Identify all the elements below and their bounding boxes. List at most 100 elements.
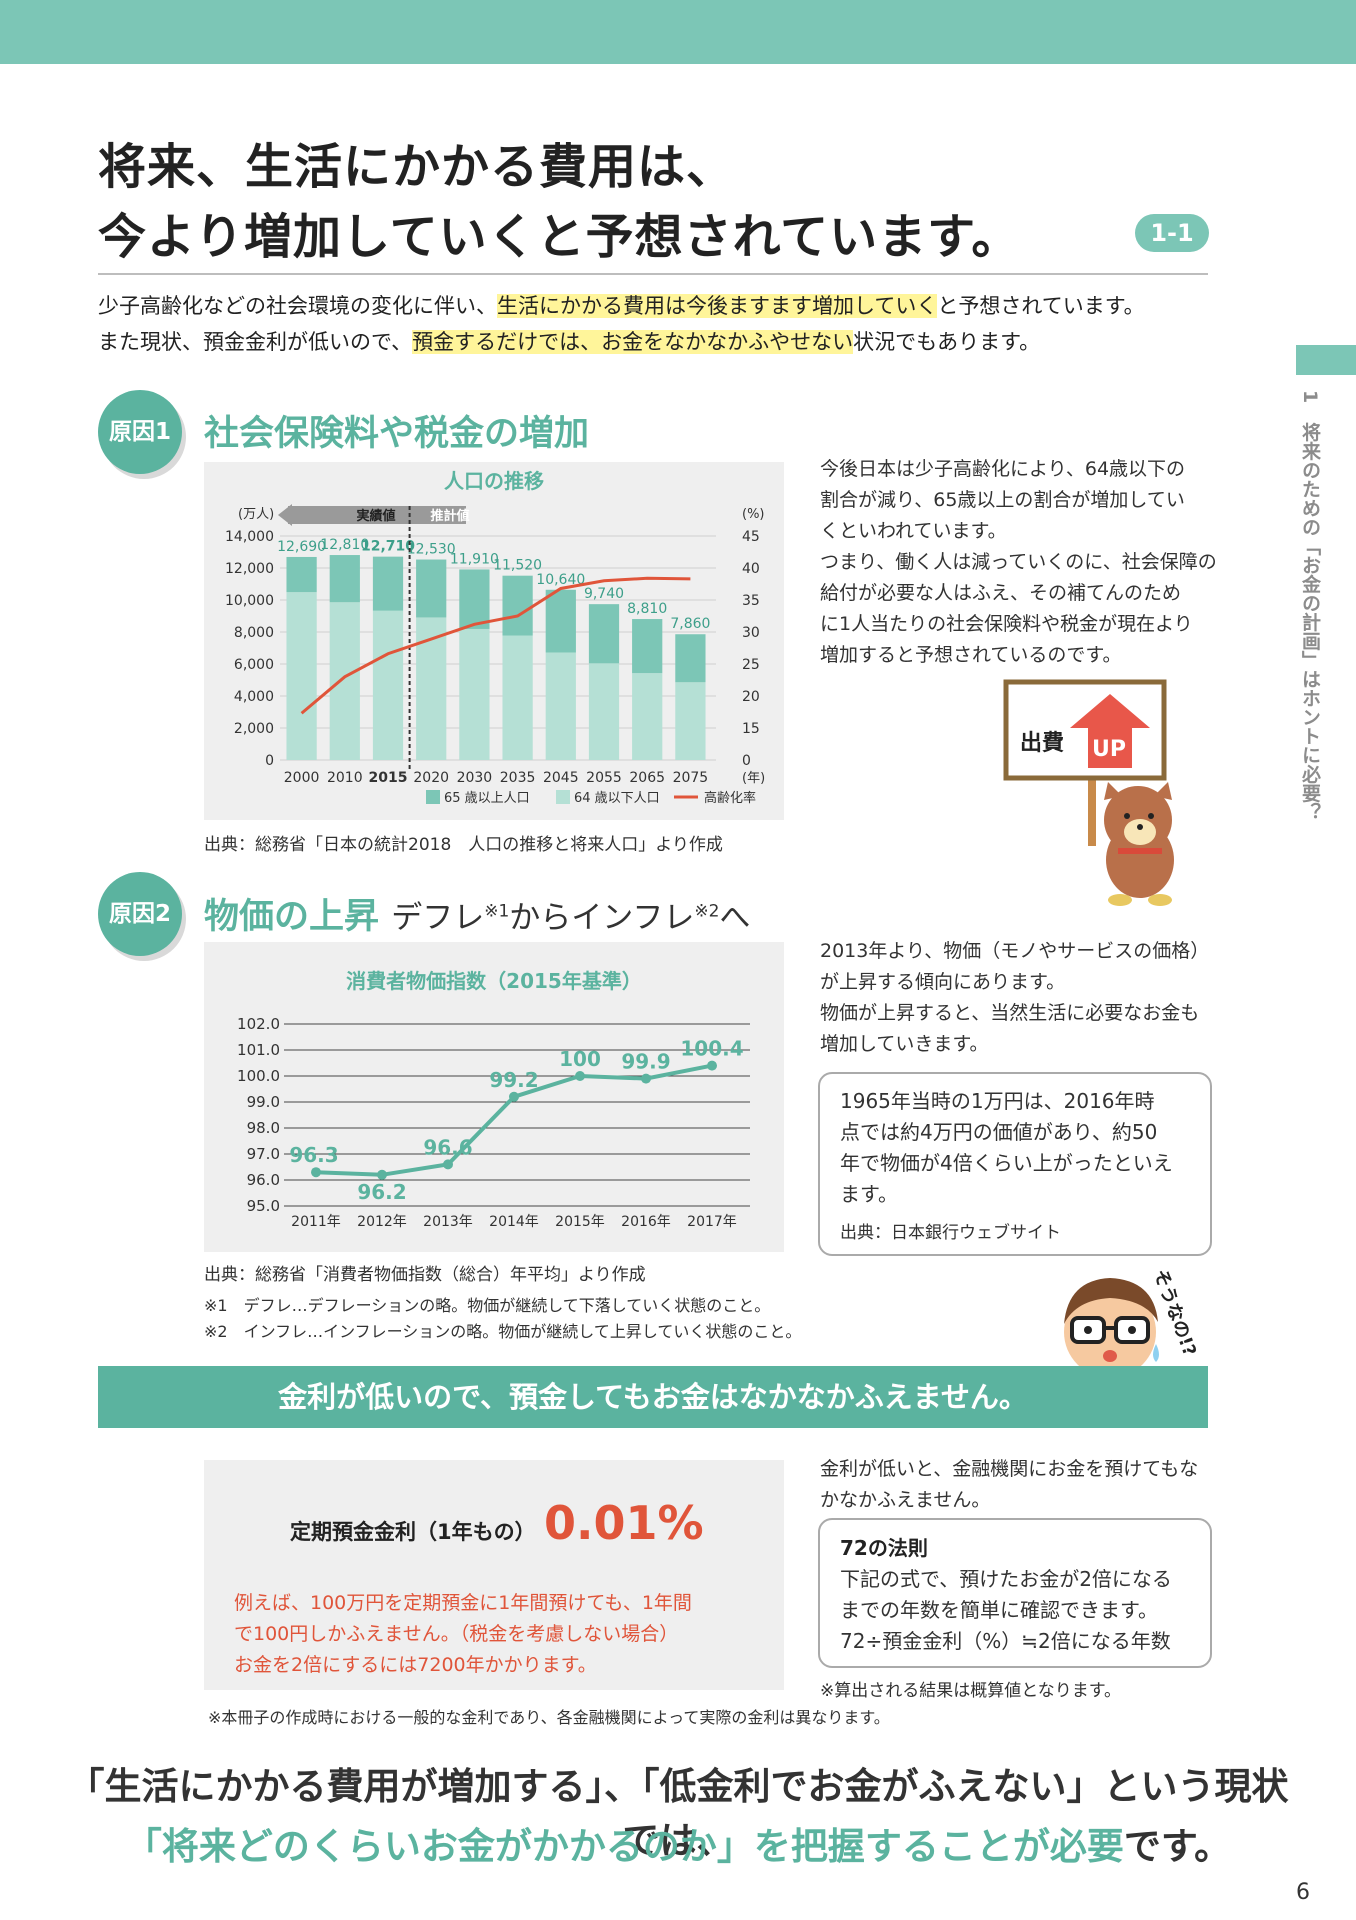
deposit-example: 例えば、100万円を定期預金に1年間預けても、1年間 で100円しかふえません。…	[234, 1588, 692, 1681]
cause2-para-line: 物価が上昇すると、当然生活に必要なお金も	[820, 1002, 1200, 1024]
x-tick-label: 2075	[673, 770, 709, 786]
rule-line: 72÷預金金利（%）≒2倍になる年数	[840, 1629, 1171, 1653]
speech-text: そうなの!?	[1149, 1267, 1200, 1359]
bar-under64	[286, 592, 317, 760]
rule-of-72-title: 72の法則	[840, 1536, 928, 1560]
cpi-chart-panel: 消費者物価指数（2015年基準） 95.0 96.0 97.0 98.0 99.0 100.…	[204, 942, 784, 1252]
fact-line: 年で物価が4倍くらい上がったといえ	[840, 1151, 1173, 1175]
bar-over65	[502, 575, 533, 636]
population-chart-panel: 人口の推移 (万人) (%) 実績値 推計値 0 2,000 4,000 6,000 8,000 1…	[204, 462, 784, 820]
bar-total-label: 12,690	[277, 539, 326, 555]
bar-under64	[632, 673, 663, 760]
cause2-para-line: が上昇する傾向にあります。	[820, 971, 1066, 993]
y2-tick-label: 30	[742, 625, 760, 641]
x-tick-label: 2015	[369, 770, 408, 786]
x-tick-label: 2013年	[423, 1214, 473, 1230]
y-tick-label: 101.0	[237, 1041, 280, 1059]
cause1-para-line: 割合が減り、65歳以上の割合が増加してい	[820, 489, 1185, 511]
y-tick-label: 14,000	[225, 529, 274, 545]
x-tick-label: 2014年	[489, 1214, 539, 1230]
y-tick-label: 8,000	[234, 625, 274, 641]
bear-foot-left	[1108, 894, 1132, 906]
intro-line1-a: 少子高齢化などの社会環境の変化に伴い、	[98, 294, 497, 318]
cpi-value-label: 100	[559, 1047, 601, 1071]
bar-under64	[675, 682, 706, 760]
bear-with-sign-illustration: 出費 UP	[1003, 679, 1174, 906]
rate-para-line: かなかふえません。	[820, 1489, 991, 1511]
x-tick-label: 2030	[457, 770, 493, 786]
legend-label-over65: 65 歳以上人口	[444, 791, 530, 806]
page-title-line2: 今より増加していくと予想されています。	[98, 209, 1021, 265]
page-title-line1: 将来、生活にかかる費用は、	[98, 139, 736, 195]
legend-swatch-over65	[426, 790, 440, 804]
example-line: お金を2倍にするには7200年かかります。	[234, 1654, 597, 1676]
bar-total-label: 11,910	[450, 551, 499, 567]
x-tick-label: 2012年	[357, 1214, 407, 1230]
page-number: 6	[1296, 1880, 1310, 1905]
top-bar	[0, 0, 1356, 64]
cpi-point	[509, 1091, 519, 1102]
bar-under64	[502, 635, 533, 760]
intro-line2: また現状、預金金利が低いので、預金するだけでは、お金をなかなかふやせない状況でも…	[98, 324, 1145, 360]
bar-over65	[632, 619, 663, 674]
cpi-point	[641, 1073, 651, 1084]
x-tick-label: 2015年	[555, 1214, 605, 1230]
actual-header-label: 実績値	[356, 508, 395, 524]
inflation-fact-box: 1965年当時の1万円は、2016年時 点では約4万円の価値があり、約50 年で…	[818, 1072, 1212, 1256]
bar-over65	[545, 589, 576, 653]
cause2-title: 物価の上昇	[204, 897, 380, 937]
bar-over65	[329, 555, 360, 603]
y2-tick-label: 35	[742, 593, 760, 609]
bear-nose	[1137, 824, 1143, 830]
cpi-chart: 消費者物価指数（2015年基準） 95.0 96.0 97.0 98.0 99.0 100.…	[237, 969, 750, 1230]
bar-over65	[459, 569, 490, 629]
x-tick-label: 2016年	[621, 1214, 671, 1230]
subtitle-to-inflation: からインフレ	[509, 900, 695, 936]
bar-over65	[286, 556, 317, 593]
y-tick-label: 99.0	[247, 1093, 280, 1111]
y-tick-label: 10,000	[225, 593, 274, 609]
rate-para-line: 金利が低いと、金融機関にお金を預けてもな	[820, 1458, 1199, 1480]
bear-scarf	[1118, 848, 1162, 854]
cpi-value-label: 96.6	[423, 1135, 472, 1159]
man-eye-right	[1128, 1326, 1136, 1334]
low-interest-banner: 金利が低いので、預金してもお金はなかなかふえません。	[98, 1366, 1208, 1428]
sign-board	[1003, 679, 1167, 781]
subtitle-he: へ	[719, 900, 751, 936]
cpi-point	[443, 1159, 453, 1170]
y2-tick-label: 15	[742, 721, 760, 737]
x-tick-label: 2020	[413, 770, 449, 786]
intro-line1-c: と予想されています。	[937, 294, 1145, 318]
cause2-paragraph: 2013年より、物価（モノやサービスの価格） が上昇する傾向にあります。 物価が…	[820, 936, 1209, 1060]
x-tick-label: 2000	[284, 770, 320, 786]
bar-total-label: 8,810	[627, 601, 667, 617]
cause2-source: 出典：総務省「消費者物価指数（総合）年平均」より作成	[204, 1265, 646, 1285]
cpi-point	[575, 1071, 585, 1081]
x-tick-label: 2055	[586, 770, 622, 786]
y2-tick-label: 25	[742, 657, 760, 673]
inflation-fact-text: 1965年当時の1万円は、2016年時 点では約4万円の価値があり、約50 年で…	[840, 1086, 1173, 1210]
cause1-paragraph: 今後日本は少子高齢化により、64歳以下の 割合が減り、65歳以上の割合が増加して…	[820, 454, 1217, 671]
cpi-point	[311, 1167, 321, 1178]
x-axis-unit: (年)	[742, 771, 765, 786]
y-axis-unit: (万人)	[238, 507, 274, 522]
deposit-rate-value: 0.01%	[544, 1496, 704, 1550]
bear-eye-left	[1124, 813, 1130, 819]
fact-line: 点では約4万円の価値があり、約50	[840, 1120, 1158, 1144]
y-tick-label: 0	[265, 753, 274, 769]
example-line: で100円しかふえません。（税金を考慮しない場合）	[234, 1623, 679, 1645]
intro-highlight-1: 生活にかかる費用は今後ますます増加していく	[497, 294, 938, 318]
chapter-side-label: 1 将来のための「お金の計画」はホントに必要？	[1290, 390, 1321, 821]
rule-of-72-text: 下記の式で、預けたお金が2倍になる までの年数を簡単に確認できます。 72÷預金…	[840, 1564, 1172, 1657]
bar-under64	[545, 652, 576, 760]
cpi-point	[707, 1060, 717, 1071]
rate-footnote: ※本冊子の作成時における一般的な金利であり、各金融機関によって実際の金利は異なり…	[208, 1708, 890, 1727]
bar-total-label: 7,860	[670, 616, 710, 632]
inflation-fact-source: 出典：日本銀行ウェブサイト	[840, 1223, 1061, 1243]
bear-foot-right	[1148, 894, 1172, 906]
cpi-value-label: 99.9	[621, 1050, 670, 1074]
bear-muzzle	[1124, 819, 1156, 845]
cause1-para-line: くといわれています。	[820, 520, 1007, 542]
cause1-badge: 原因1	[98, 390, 182, 474]
legend-label-under64: 64 歳以下人口	[574, 791, 660, 806]
